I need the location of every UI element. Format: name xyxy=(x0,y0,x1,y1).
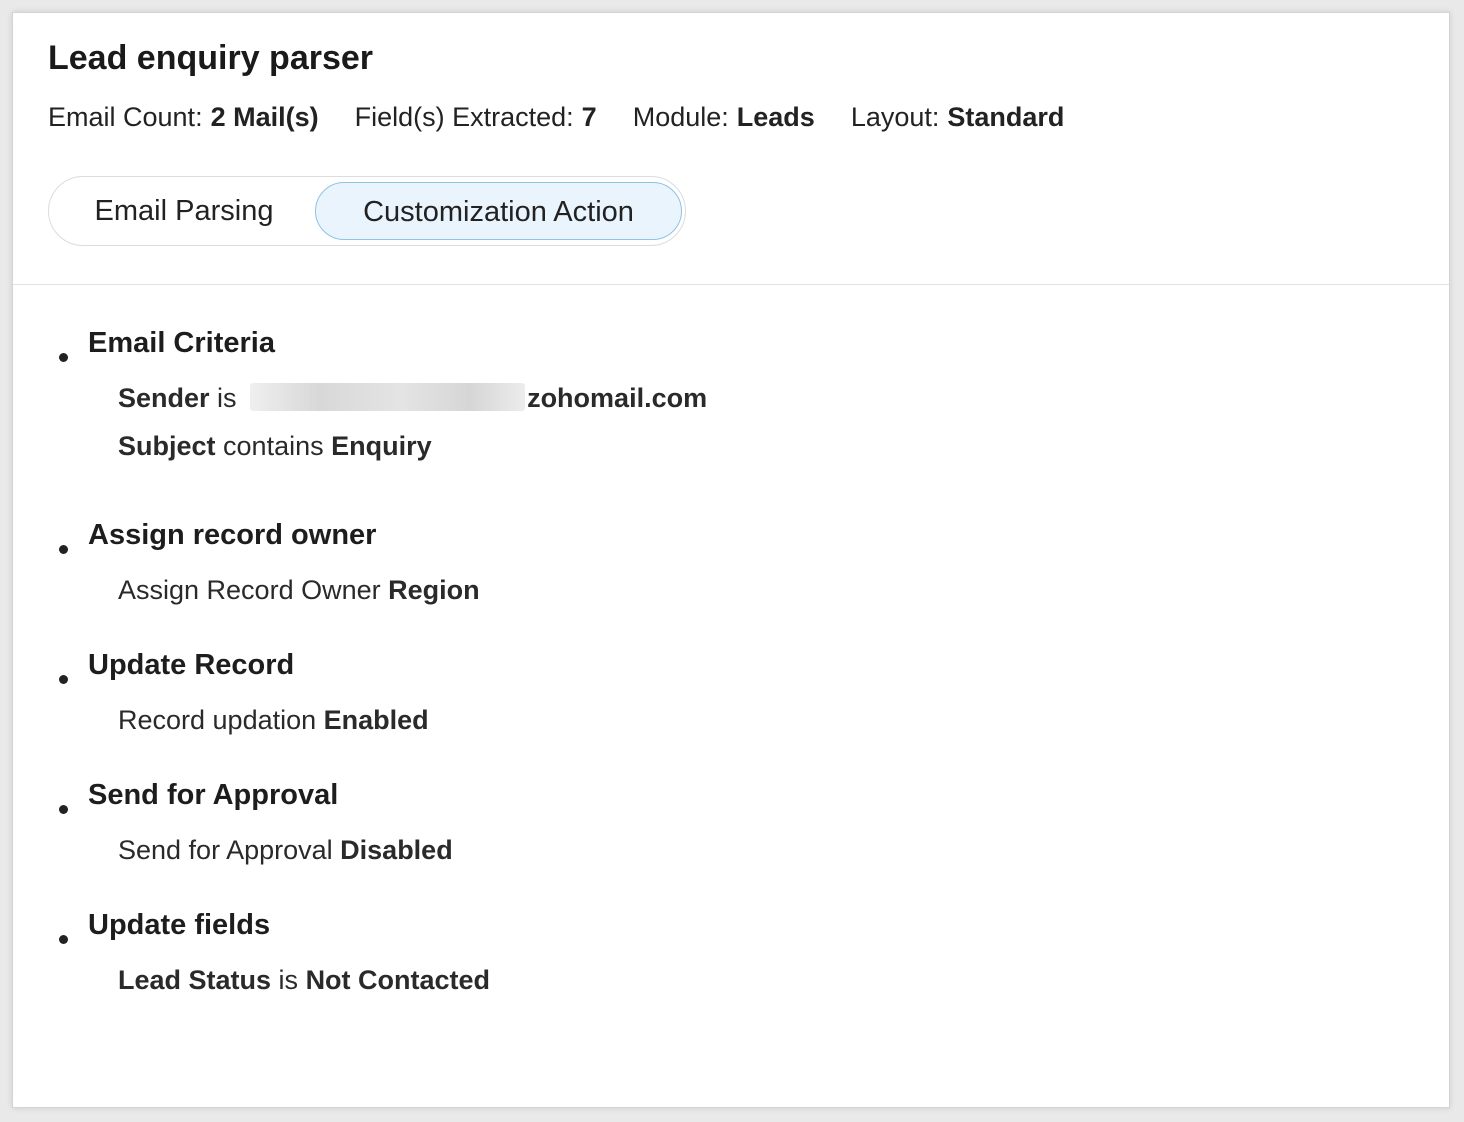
assign-owner-text: Assign Record Owner xyxy=(118,575,389,605)
send-approval-detail: Send for Approval Disabled xyxy=(118,835,453,866)
assign-owner-value: Region xyxy=(388,575,480,605)
section-title: Assign record owner xyxy=(88,519,377,551)
update-record-value: Enabled xyxy=(323,705,429,735)
fields-extracted-value: 7 xyxy=(581,102,597,132)
send-approval-text: Send for Approval xyxy=(118,835,341,865)
module: Module: Leads xyxy=(633,102,815,133)
send-approval-value: Disabled xyxy=(340,835,453,865)
sender-operator: is xyxy=(209,383,245,413)
page-title: Lead enquiry parser xyxy=(48,39,374,77)
fields-extracted: Field(s) Extracted: 7 xyxy=(355,102,597,133)
update-fields-detail: Lead Status is Not Contacted xyxy=(118,965,490,996)
module-value: Leads xyxy=(736,102,815,132)
layout-label: Layout: xyxy=(850,102,940,132)
bullet-icon xyxy=(59,675,68,684)
section-title: Send for Approval xyxy=(88,779,339,811)
update-field-name: Lead Status xyxy=(118,965,272,995)
fields-extracted-label: Field(s) Extracted: xyxy=(354,102,574,132)
layout-value: Standard xyxy=(947,102,1065,132)
update-field-operator: is xyxy=(271,965,306,995)
sender-field: Sender xyxy=(118,383,210,413)
sender-criteria: Sender is zohomail.com xyxy=(118,382,708,414)
email-count-label: Email Count: xyxy=(48,102,203,132)
bullet-icon xyxy=(59,935,68,944)
module-label: Module: xyxy=(632,102,729,132)
update-record-detail: Record updation Enabled xyxy=(118,705,429,736)
sender-value: zohomail.com xyxy=(527,383,708,413)
tab-switcher: Email Parsing Customization Action xyxy=(48,176,686,246)
bullet-icon xyxy=(59,353,68,362)
section-title: Email Criteria xyxy=(88,327,275,359)
layout: Layout: Standard xyxy=(851,102,1065,133)
email-count-value: 2 Mail(s) xyxy=(210,102,319,132)
parser-detail-panel: Lead enquiry parser Email Count: 2 Mail(s… xyxy=(12,12,1450,1108)
bullet-icon xyxy=(59,805,68,814)
tab-email-parsing[interactable]: Email Parsing xyxy=(54,182,314,240)
assign-owner-detail: Assign Record Owner Region xyxy=(118,575,480,606)
subject-operator: contains xyxy=(215,431,332,461)
subject-field: Subject xyxy=(118,431,216,461)
parser-summary: Email Count: 2 Mail(s) Field(s) Extracted… xyxy=(48,102,1100,133)
section-title: Update fields xyxy=(88,909,271,941)
subject-criteria: Subject contains Enquiry xyxy=(118,431,432,462)
panel-header: Lead enquiry parser Email Count: 2 Mail(s… xyxy=(13,13,1449,285)
bullet-icon xyxy=(59,545,68,554)
tab-customization-action[interactable]: Customization Action xyxy=(315,182,682,240)
subject-value: Enquiry xyxy=(331,431,432,461)
section-title: Update Record xyxy=(88,649,295,681)
redacted-email xyxy=(250,382,526,411)
update-record-text: Record updation xyxy=(118,705,324,735)
email-count: Email Count: 2 Mail(s) xyxy=(48,102,319,133)
update-field-value: Not Contacted xyxy=(305,965,491,995)
